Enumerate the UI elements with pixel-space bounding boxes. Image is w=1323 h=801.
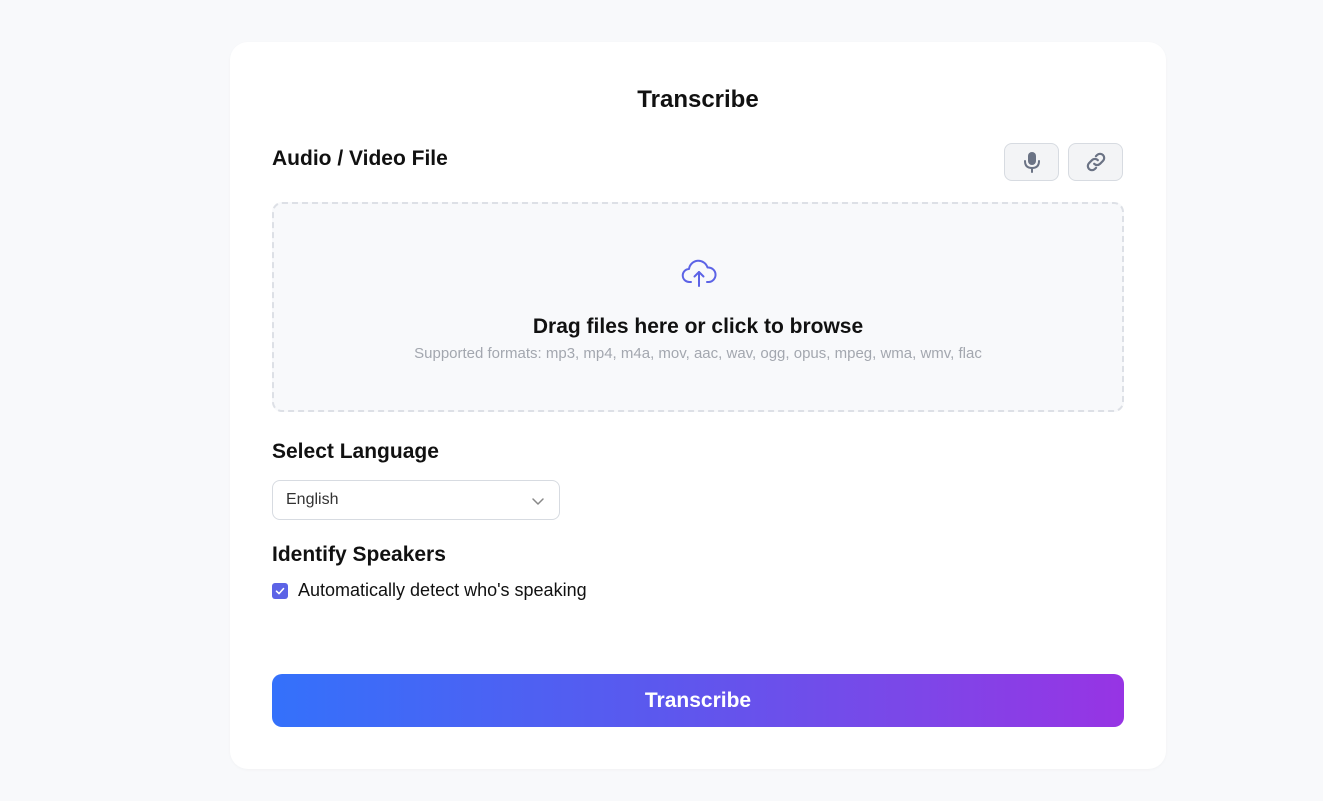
file-dropzone[interactable]: Drag files here or click to browse Suppo… [272, 202, 1124, 412]
link-icon [1086, 152, 1105, 172]
checkmark-icon [275, 587, 285, 595]
transcribe-card: Transcribe Audio / Video File Drag files… [230, 42, 1166, 769]
transcribe-button[interactable]: Transcribe [272, 674, 1124, 727]
microphone-icon [1023, 152, 1040, 173]
language-label: Select Language [272, 440, 439, 463]
language-selected-value: English [286, 491, 339, 508]
dropzone-title: Drag files here or click to browse [532, 315, 864, 338]
page-title: Transcribe [637, 86, 759, 113]
supported-formats-text: Supported formats: mp3, mp4, m4a, mov, a… [414, 345, 982, 362]
chevron-down-icon [532, 498, 544, 505]
identify-speakers-label: Identify Speakers [272, 543, 446, 566]
detect-speakers-label[interactable]: Automatically detect who's speaking [298, 580, 587, 601]
add-url-button[interactable] [1068, 143, 1123, 181]
record-audio-button[interactable] [1004, 143, 1059, 181]
file-section-label: Audio / Video File [272, 147, 448, 170]
cloud-upload-icon [681, 259, 717, 287]
detect-speakers-checkbox[interactable] [272, 583, 288, 599]
language-select[interactable]: English [272, 480, 560, 520]
